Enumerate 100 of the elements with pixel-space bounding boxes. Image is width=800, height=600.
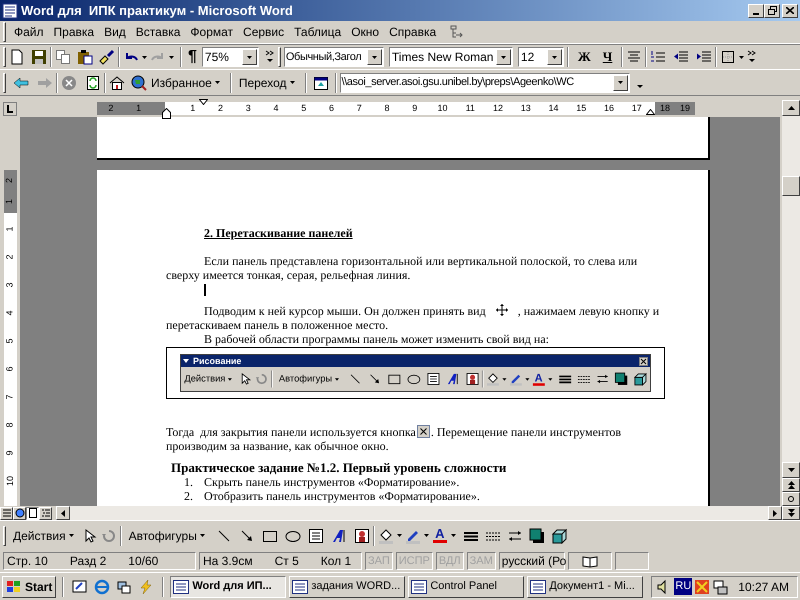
tab-stop-selector-icon[interactable] [3, 102, 17, 116]
outline-map-icon[interactable] [449, 24, 466, 40]
scroll-up-button[interactable] [782, 100, 800, 116]
view-button[interactable] [26, 506, 39, 520]
caret-icon[interactable] [424, 534, 429, 537]
browser-icon[interactable] [94, 578, 110, 594]
start-button[interactable]: Start [2, 576, 56, 598]
caret-icon[interactable] [68, 534, 74, 537]
clip-art-icon[interactable] [354, 528, 370, 544]
minimize-button[interactable] [748, 4, 764, 18]
taskbar-button[interactable]: задания WORD... [289, 576, 406, 598]
scrollbar-thumb[interactable] [782, 176, 800, 196]
three-d-icon[interactable] [633, 372, 647, 386]
menu-item[interactable]: Окно [346, 23, 384, 41]
taskbar-button[interactable]: Control Panel [408, 576, 524, 598]
caret-icon[interactable] [169, 56, 174, 58]
toolbar-handle[interactable] [3, 526, 6, 546]
line-icon[interactable] [348, 372, 362, 386]
show-formatting-button[interactable]: ¶ [185, 45, 200, 69]
address-combo[interactable]: \\asoi_server.asoi.gsu.unibel.by\preps\Ageenko\WC [340, 72, 630, 92]
scroll-left-button[interactable] [56, 506, 70, 520]
caret-icon[interactable] [739, 56, 744, 58]
line-icon[interactable] [216, 528, 232, 544]
font-combo[interactable]: Times New Roman [388, 47, 513, 67]
menu-item[interactable]: Вставка [130, 23, 186, 41]
home-icon[interactable] [109, 74, 125, 90]
arrow-style-icon[interactable] [596, 372, 610, 386]
menu-item[interactable]: Вид [99, 23, 131, 41]
font-color-tool[interactable]: A [532, 372, 546, 386]
text-box-icon[interactable] [426, 372, 440, 386]
caret-icon[interactable] [290, 81, 294, 84]
computer-icon[interactable] [712, 578, 728, 594]
scrollbar-track[interactable] [782, 116, 800, 462]
caret-icon[interactable] [200, 534, 205, 537]
window-icon[interactable] [312, 74, 328, 90]
toolbar-handle[interactable] [278, 47, 281, 67]
menu-item[interactable]: Сервис [238, 23, 290, 41]
style-combo[interactable]: Обычный,Загол [284, 47, 384, 67]
first-line-indent-marker[interactable] [199, 99, 208, 105]
menu-item[interactable]: Таблица [289, 23, 346, 41]
underline-button[interactable]: Ч [596, 47, 618, 67]
go-menu-button[interactable]: Переход [234, 74, 302, 92]
caret-icon[interactable] [450, 534, 456, 537]
format-painter-icon[interactable] [99, 49, 115, 65]
more-buttons-icon[interactable] [747, 49, 758, 65]
taskbar-button[interactable]: Word для ИП... [170, 576, 286, 598]
wordart-icon[interactable] [330, 528, 347, 544]
caret-icon[interactable] [142, 56, 147, 58]
refresh-icon[interactable] [85, 74, 101, 90]
scrollbar-track[interactable] [70, 506, 768, 520]
font-size-combo[interactable]: 12 [518, 47, 564, 67]
menu-item[interactable]: Правка [48, 23, 100, 41]
oval-icon[interactable] [406, 372, 421, 386]
font-color-tool[interactable]: A [432, 528, 448, 543]
three-d-icon[interactable] [550, 528, 567, 544]
rectangle-icon[interactable] [387, 372, 401, 386]
wordart-icon[interactable] [446, 372, 460, 386]
back-arrow-icon[interactable] [13, 74, 29, 90]
pen-icon[interactable] [508, 372, 523, 386]
scroll-right-button[interactable] [768, 506, 782, 520]
paste-icon[interactable] [77, 49, 93, 65]
actions-menu-button[interactable]: Действия [9, 526, 81, 544]
toolbar-handle[interactable] [3, 47, 6, 67]
stop-icon[interactable] [61, 74, 77, 90]
caret-icon[interactable] [396, 534, 402, 537]
save-icon[interactable] [31, 49, 47, 65]
taskbar-button[interactable]: Документ1 - Mi... [527, 576, 644, 598]
menu-item[interactable]: Справка [384, 23, 442, 41]
caret-icon[interactable] [502, 378, 506, 380]
close-button[interactable] [782, 4, 798, 18]
document-icon[interactable] [2, 2, 18, 18]
fill-bucket-icon[interactable] [378, 528, 394, 544]
globe-search-icon[interactable] [131, 74, 147, 90]
arrow-icon[interactable] [238, 528, 255, 544]
actions-menu-button[interactable]: Действия [181, 373, 238, 385]
caret-icon[interactable] [552, 56, 557, 58]
previous-page-button[interactable] [782, 478, 800, 492]
caret-icon[interactable] [525, 378, 530, 380]
caret-icon[interactable] [228, 378, 232, 380]
shadow-icon[interactable] [528, 528, 545, 544]
caret-icon[interactable] [334, 378, 339, 380]
desktop-icon[interactable] [72, 578, 88, 594]
zoom-combo[interactable]: 75% [202, 47, 259, 67]
browse-object-button[interactable] [782, 492, 800, 506]
caret-icon[interactable] [618, 81, 622, 84]
toolbar-handle[interactable] [3, 72, 6, 92]
toolbar-handle[interactable] [3, 22, 6, 42]
language-indicator[interactable]: RU [674, 578, 692, 595]
fill-bucket-icon[interactable] [486, 372, 500, 386]
sync-icon[interactable] [116, 578, 132, 594]
right-indent-marker[interactable] [646, 109, 655, 115]
shadow-icon[interactable] [614, 372, 628, 386]
new-document-icon[interactable] [9, 49, 25, 65]
clip-art-icon[interactable] [466, 372, 480, 386]
text-box-icon[interactable] [308, 528, 324, 544]
menu-item[interactable]: Формат [185, 23, 238, 41]
lightning-icon[interactable] [138, 578, 154, 594]
more-buttons-icon[interactable] [264, 49, 275, 65]
borders-icon[interactable] [720, 49, 736, 65]
caret-icon[interactable] [246, 56, 252, 58]
